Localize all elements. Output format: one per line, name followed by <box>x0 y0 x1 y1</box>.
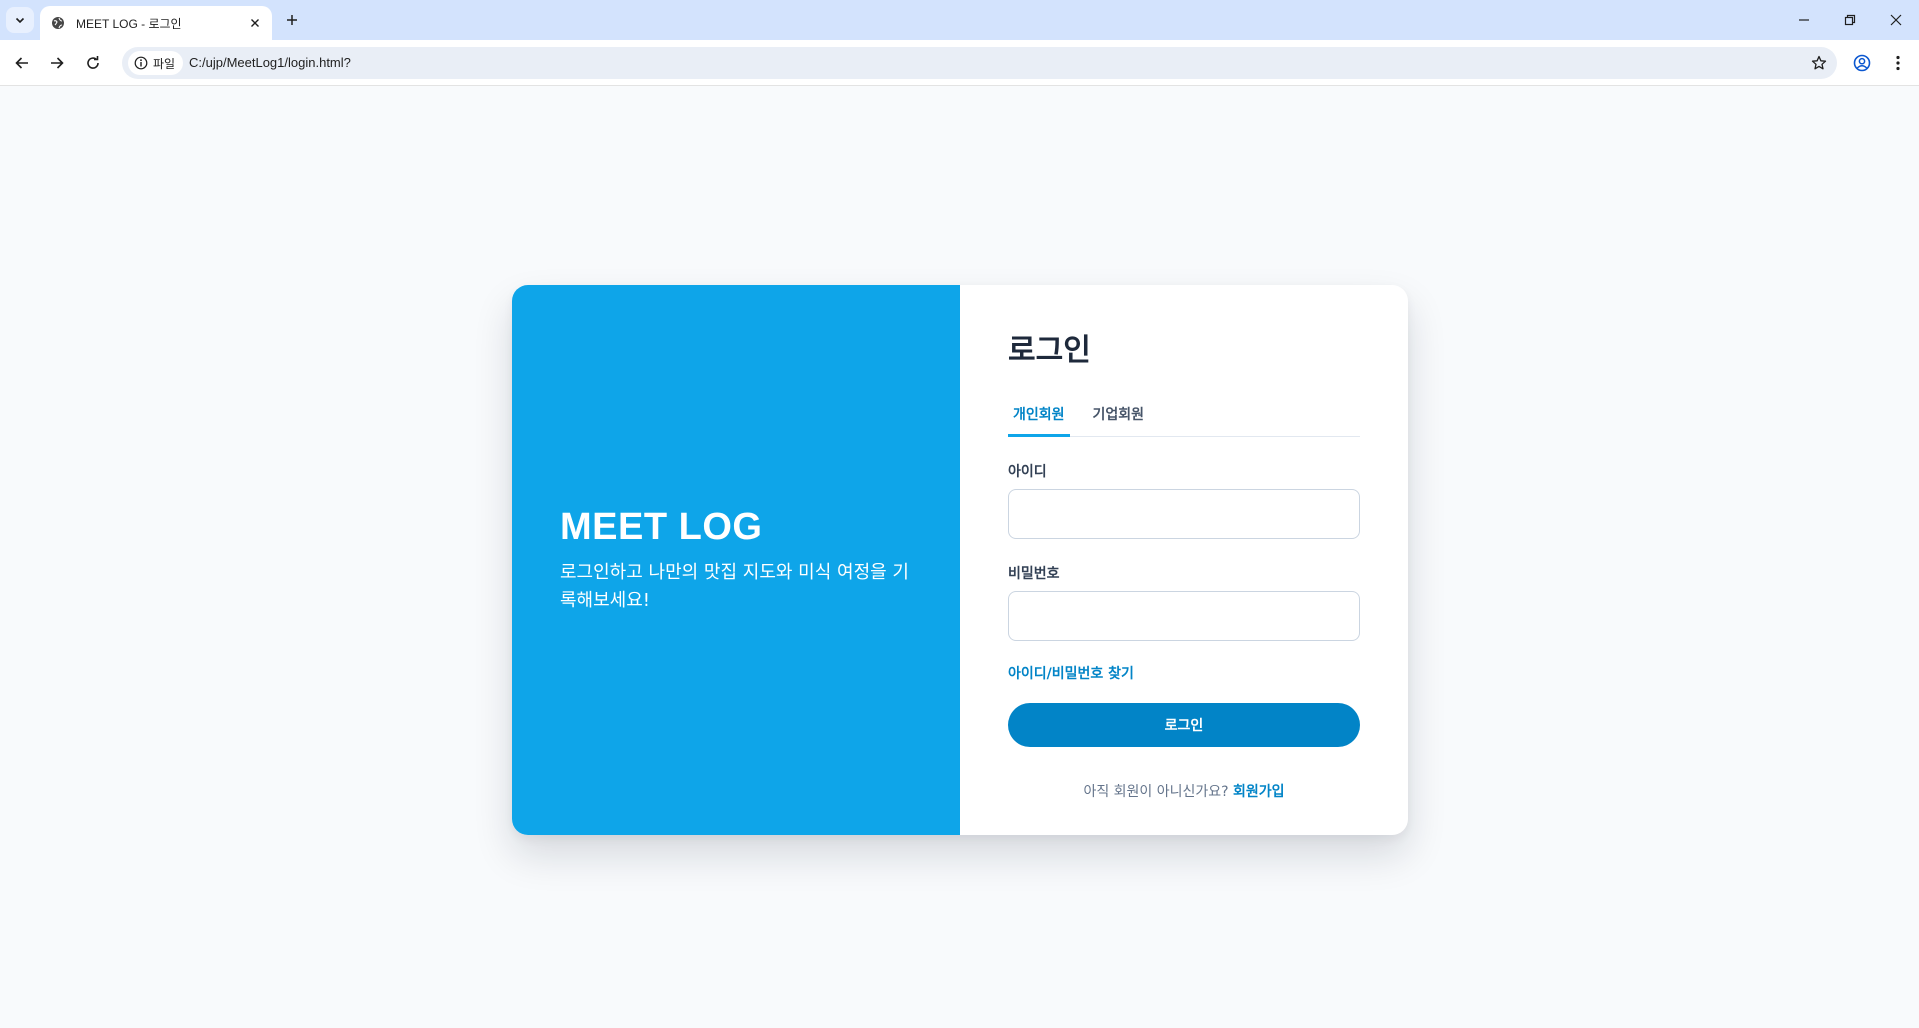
forward-arrow-icon <box>51 57 64 69</box>
address-bar[interactable]: 파일 C:/ujp/MeetLog1/login.html? <box>122 47 1837 79</box>
browser-toolbar: 파일 C:/ujp/MeetLog1/login.html? <box>0 40 1919 86</box>
menu-dots-icon <box>1896 55 1900 71</box>
browser-tab-bar: MEET LOG - 로그인 <box>0 0 1919 40</box>
find-id-password-link[interactable]: 아이디/비밀번호 찾기 <box>1008 663 1134 683</box>
password-input[interactable] <box>1008 591 1360 641</box>
tab-list-icon <box>15 17 25 24</box>
minimize-button[interactable] <box>1792 8 1816 32</box>
browser-tab-active[interactable]: MEET LOG - 로그인 <box>40 6 272 40</box>
tab-personal-member[interactable]: 개인회원 <box>1008 397 1070 437</box>
plus-icon <box>287 15 297 25</box>
login-card: MEET LOG 로그인하고 나만의 맛집 지도와 미식 여정을 기록해보세요!… <box>512 285 1408 835</box>
browser-menu-button[interactable] <box>1886 51 1910 75</box>
restore-button[interactable] <box>1838 8 1862 32</box>
profile-icon <box>1853 54 1871 72</box>
bookmark-button[interactable] <box>1809 53 1829 73</box>
signup-link[interactable]: 회원가입 <box>1233 784 1285 800</box>
security-chip-label: 파일 <box>153 56 176 71</box>
back-arrow-icon <box>15 57 28 69</box>
window-close-button[interactable] <box>1884 8 1908 32</box>
site-info-chip[interactable]: 파일 <box>128 51 184 75</box>
brand-title: MEET LOG <box>560 505 763 548</box>
signup-prompt: 아직 회원이 아니신가요? <box>1083 784 1229 800</box>
restore-icon <box>1844 14 1856 26</box>
tab-business-member[interactable]: 기업회원 <box>1088 397 1150 437</box>
signup-row: 아직 회원이 아니신가요? 회원가입 <box>1008 781 1360 801</box>
password-label: 비밀번호 <box>1008 566 1060 582</box>
login-button[interactable]: 로그인 <box>1008 703 1360 747</box>
id-input[interactable] <box>1008 489 1360 539</box>
window-close-icon <box>1890 14 1902 26</box>
tab-list-button[interactable] <box>6 7 34 33</box>
id-label: 아이디 <box>1008 464 1047 480</box>
member-type-tabs: 개인회원 기업회원 <box>1008 397 1360 437</box>
url-text[interactable]: C:/ujp/MeetLog1/login.html? <box>189 55 351 70</box>
brand-panel: MEET LOG 로그인하고 나만의 맛집 지도와 미식 여정을 기록해보세요! <box>512 285 960 835</box>
minimize-icon <box>1799 19 1809 21</box>
forward-button[interactable] <box>45 51 69 75</box>
tab-close-button[interactable] <box>246 14 264 32</box>
reload-button[interactable] <box>81 51 105 75</box>
login-form-panel: 로그인 개인회원 기업회원 아이디 비밀번호 아이디/비밀번호 찾기 로그인 아… <box>960 285 1408 835</box>
tab-title: MEET LOG - 로그인 <box>76 16 182 31</box>
close-icon <box>251 19 259 27</box>
brand-subtitle: 로그인하고 나만의 맛집 지도와 미식 여정을 기록해보세요! <box>560 561 909 611</box>
login-title: 로그인 <box>1008 333 1091 368</box>
back-button[interactable] <box>10 51 34 75</box>
star-icon <box>1811 55 1827 70</box>
profile-button[interactable] <box>1850 51 1874 75</box>
globe-icon <box>50 15 66 31</box>
new-tab-button[interactable] <box>281 9 303 31</box>
reload-icon <box>87 56 99 69</box>
info-icon <box>134 56 148 70</box>
